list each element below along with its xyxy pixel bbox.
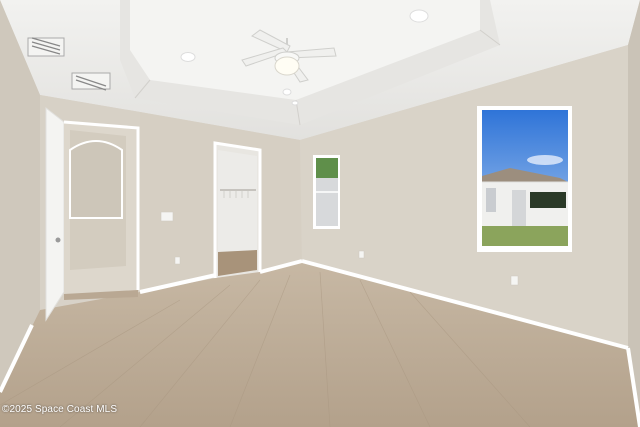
wall-outlet-right-1 (358, 250, 365, 259)
watermark-text: ©2025 Space Coast MLS (2, 404, 118, 415)
door-knob (55, 237, 61, 243)
recessed-light (291, 100, 299, 106)
recessed-light (409, 9, 429, 23)
recessed-light (282, 88, 292, 96)
wall-outlet (174, 256, 181, 265)
light-switch (160, 211, 174, 222)
open-door (45, 106, 65, 322)
wall-outlet-right-2 (510, 275, 519, 286)
wall-niche (69, 140, 123, 219)
room-photo (0, 0, 640, 427)
recessed-light (180, 52, 196, 62)
